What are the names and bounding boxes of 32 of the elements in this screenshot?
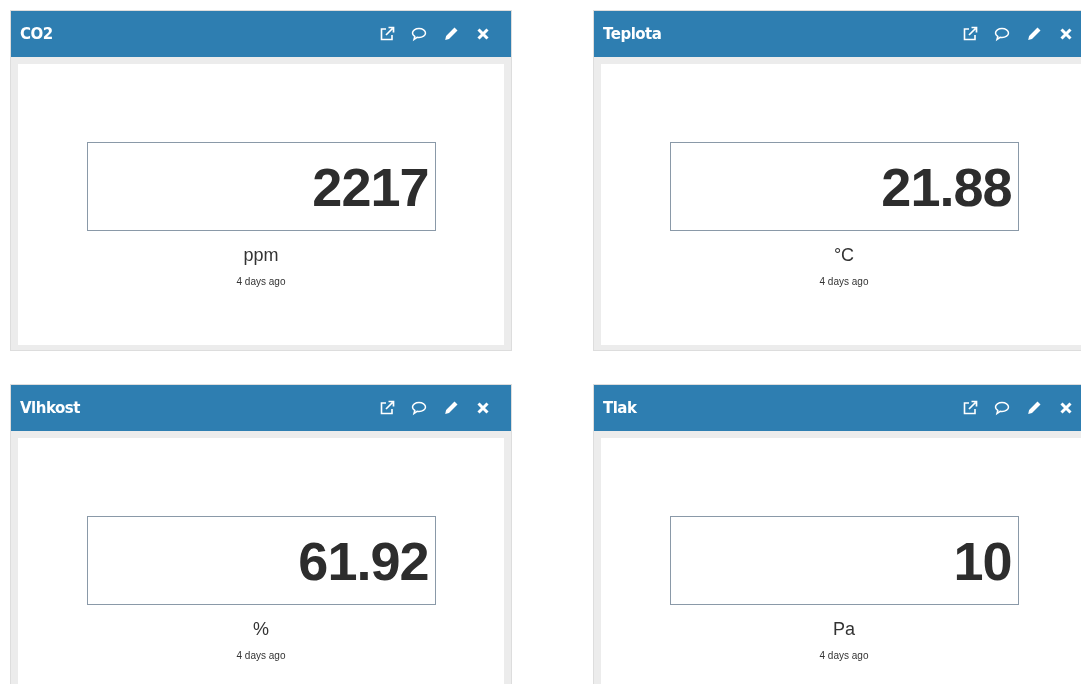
updated-time: 4 days ago [236, 276, 286, 287]
comment-icon[interactable] [411, 400, 427, 416]
close-icon[interactable] [1058, 26, 1074, 42]
pencil-icon[interactable] [1026, 400, 1042, 416]
pencil-icon[interactable] [443, 26, 459, 42]
widget-title: Tlak [603, 399, 637, 417]
comment-icon[interactable] [994, 26, 1010, 42]
comment-icon[interactable] [994, 400, 1010, 416]
comment-icon[interactable] [411, 26, 427, 42]
unit-label: °C [833, 245, 855, 266]
close-icon[interactable] [1058, 400, 1074, 416]
close-icon[interactable] [475, 400, 491, 416]
close-icon[interactable] [475, 26, 491, 42]
updated-time: 4 days ago [819, 276, 869, 287]
pencil-icon[interactable] [443, 400, 459, 416]
widget-title: CO2 [20, 25, 53, 43]
unit-label: ppm [243, 245, 279, 266]
external-link-icon[interactable] [962, 26, 978, 42]
updated-time: 4 days ago [819, 650, 869, 661]
reading-value: 21.88 [881, 155, 1012, 218]
pencil-icon[interactable] [1026, 26, 1042, 42]
reading-value: 10 [953, 529, 1012, 592]
updated-time: 4 days ago [236, 650, 286, 661]
reading-value: 2217 [312, 155, 429, 218]
widget-title: Vlhkost [20, 399, 80, 417]
widget-title: Teplota [603, 25, 662, 43]
unit-label: % [253, 619, 269, 640]
external-link-icon[interactable] [962, 400, 978, 416]
external-link-icon[interactable] [379, 400, 395, 416]
external-link-icon[interactable] [379, 26, 395, 42]
unit-label: Pa [833, 619, 855, 640]
reading-value: 61.92 [298, 529, 429, 592]
